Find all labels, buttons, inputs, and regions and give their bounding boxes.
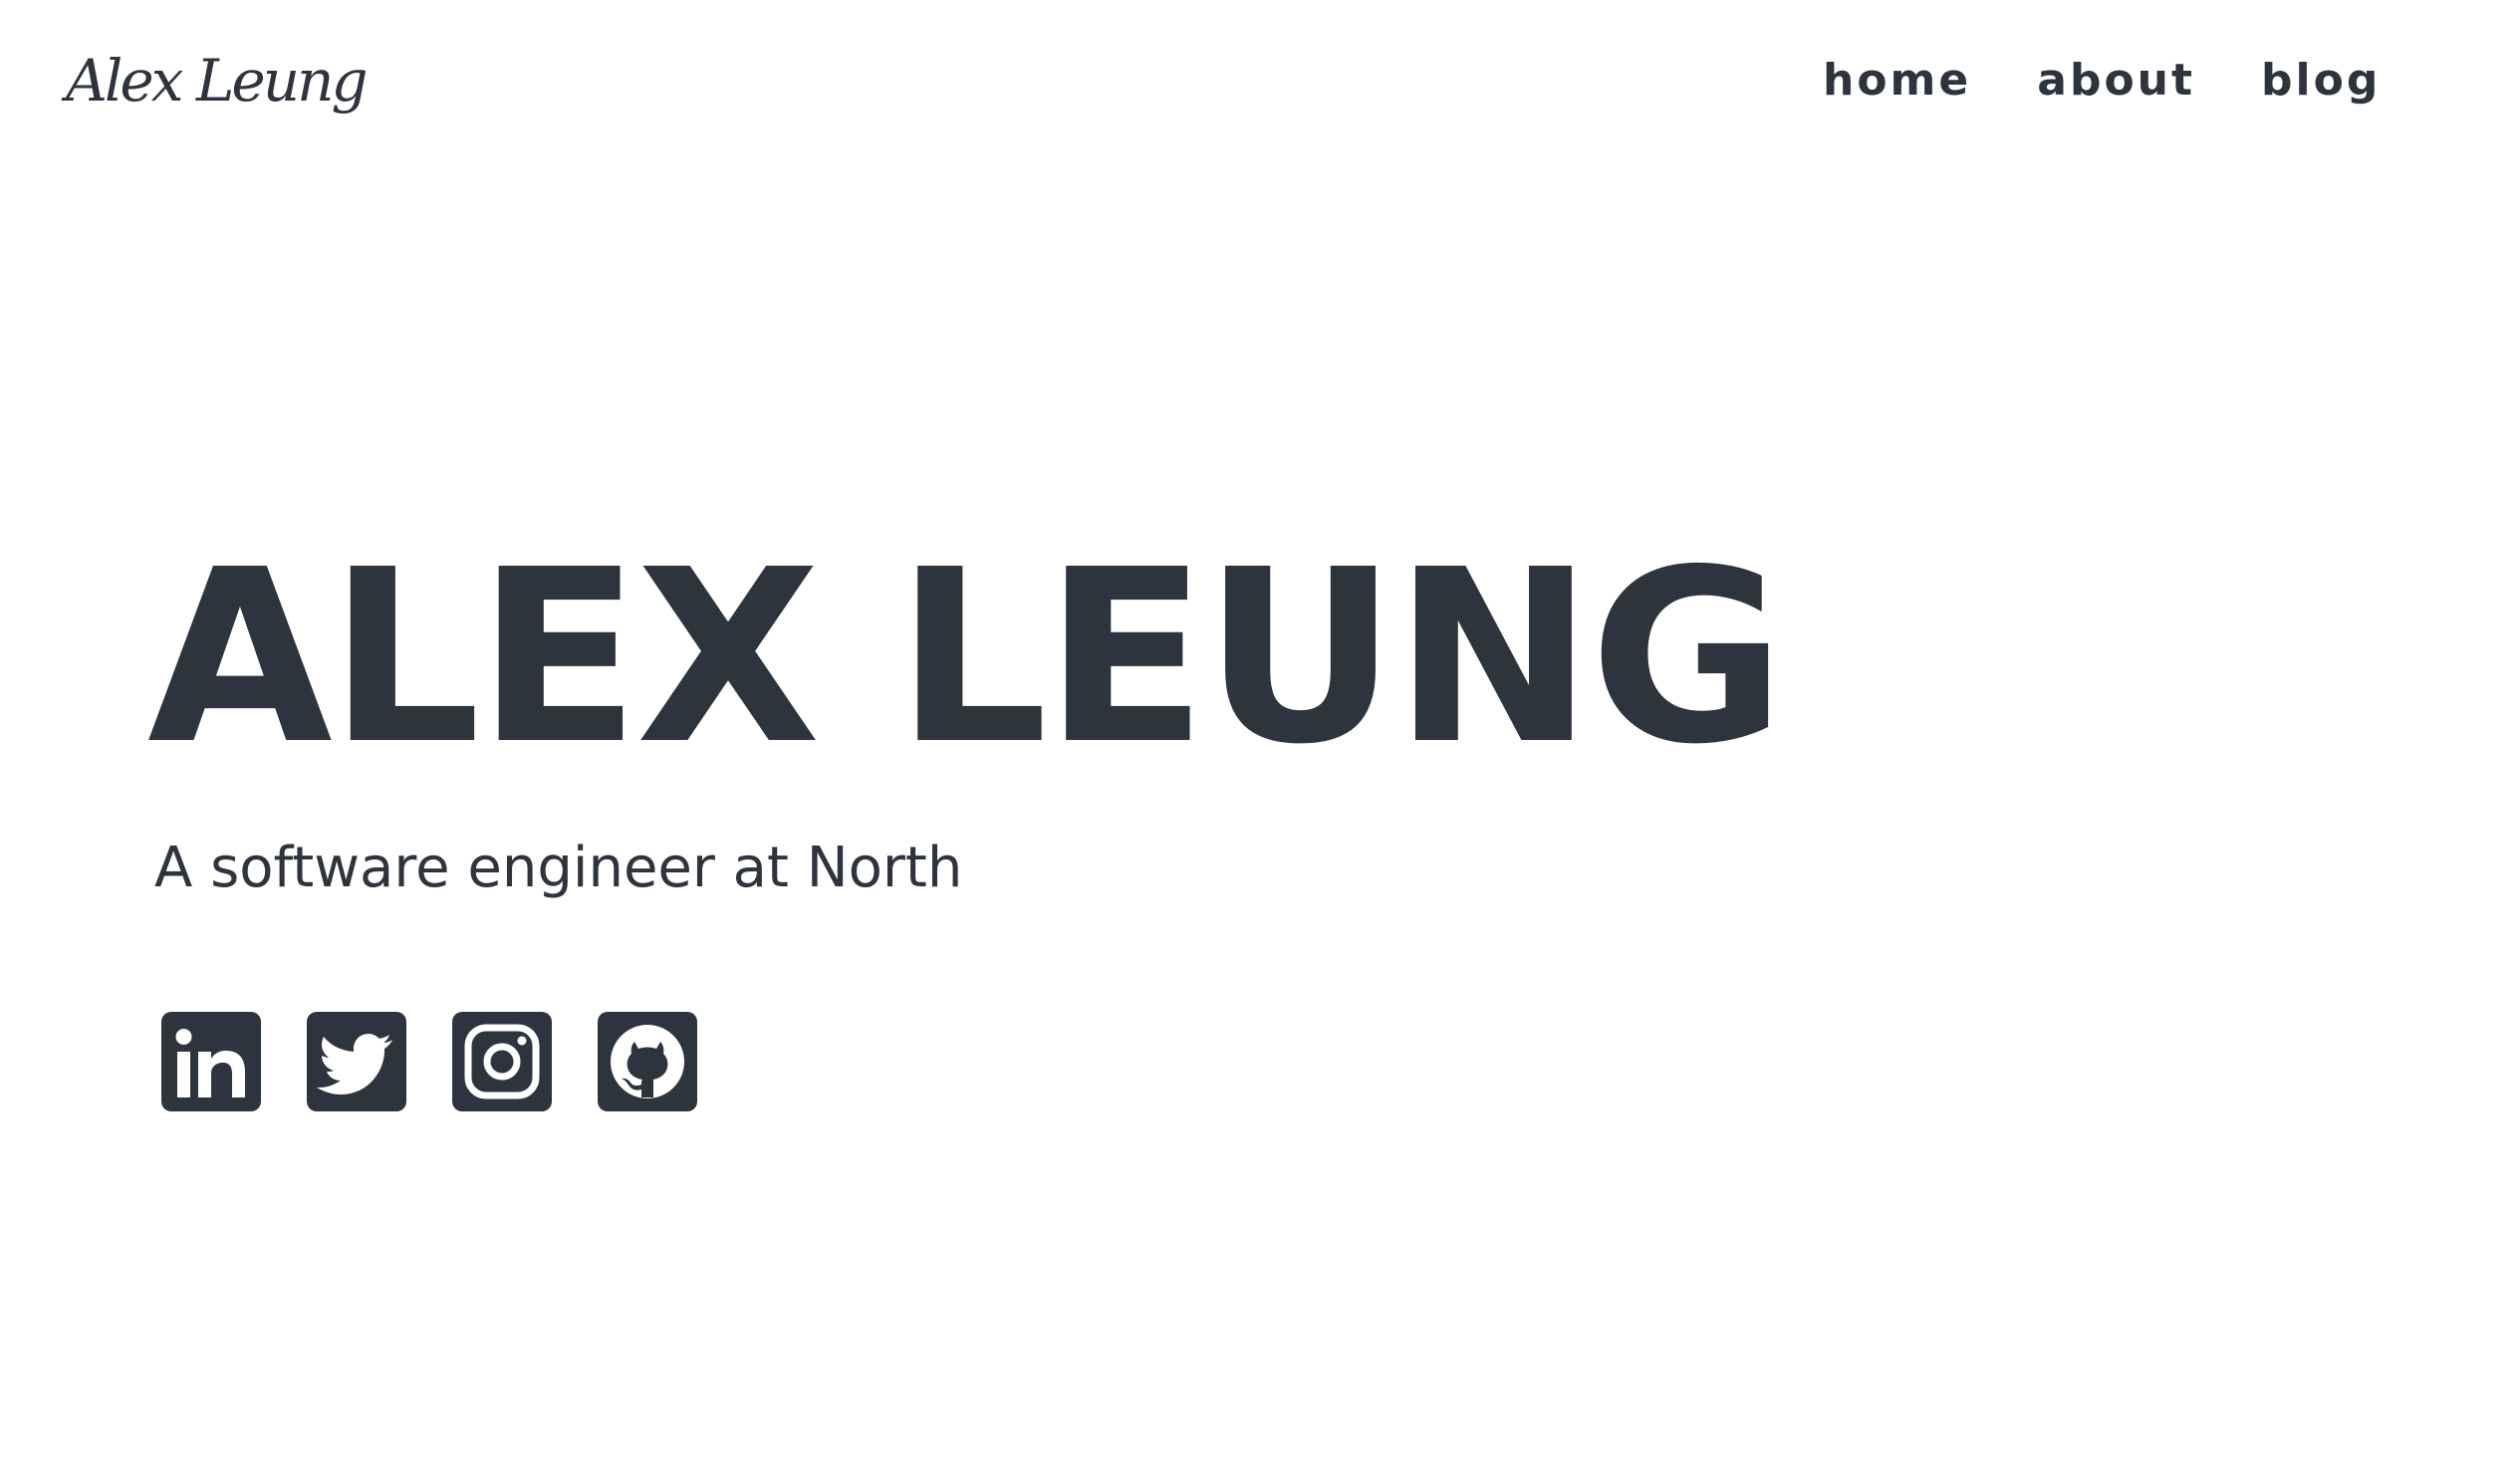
instagram-icon <box>464 1024 540 1099</box>
twitter-icon <box>317 1034 392 1094</box>
instagram-link[interactable] <box>452 1012 552 1111</box>
github-icon <box>611 1025 684 1098</box>
nav-about-link[interactable]: about <box>2037 55 2195 106</box>
hero-title: ALEX LEUNG <box>147 518 1786 797</box>
main-nav: home about blog <box>1823 40 2381 120</box>
hero-subtitle: A software engineer at North <box>154 836 963 900</box>
twitter-link[interactable] <box>307 1012 406 1111</box>
linkedin-link[interactable] <box>161 1012 261 1111</box>
site-logo[interactable]: Alex Leung <box>66 38 369 123</box>
linkedin-icon <box>175 1029 245 1097</box>
social-links <box>161 1012 697 1111</box>
nav-home-link[interactable]: home <box>1823 55 1971 106</box>
github-link[interactable] <box>598 1012 697 1111</box>
nav-blog-link[interactable]: blog <box>2261 55 2381 106</box>
